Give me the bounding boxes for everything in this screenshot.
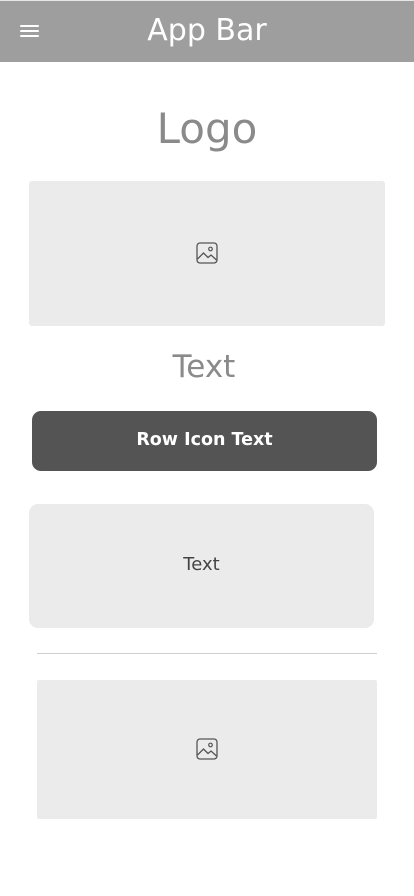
- image-icon: [196, 242, 218, 264]
- image-icon: [196, 738, 218, 760]
- divider: [37, 653, 377, 654]
- image-placeholder: [29, 181, 385, 326]
- app-bar-title: App Bar: [147, 13, 267, 48]
- image-placeholder: [37, 680, 377, 819]
- app-bar: App Bar: [0, 0, 414, 62]
- section-heading: Text: [172, 349, 236, 385]
- logo: Logo: [156, 104, 258, 153]
- row-icon-text-button[interactable]: Row Icon Text: [32, 411, 377, 471]
- text-card: Text: [29, 504, 374, 628]
- app-screen: App Bar Logo Text Row Icon Text Text: [0, 0, 414, 896]
